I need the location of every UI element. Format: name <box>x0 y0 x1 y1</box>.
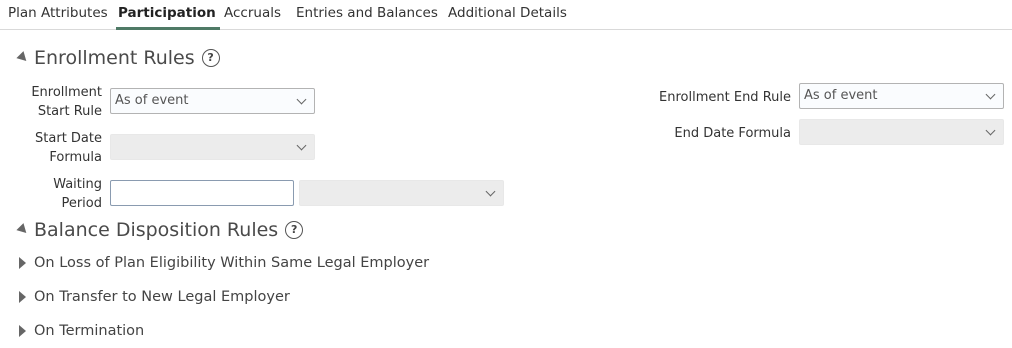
balance-disposition-rules-title: Balance Disposition Rules <box>34 219 279 241</box>
balance-disposition-rules-header[interactable]: Balance Disposition Rules ? <box>16 219 304 241</box>
subsection-title: On Transfer to New Legal Employer <box>34 289 290 305</box>
label-line: Formula <box>49 150 102 165</box>
end-date-formula-label: End Date Formula <box>674 126 791 141</box>
enrollment-rules-title: Enrollment Rules <box>34 47 195 69</box>
expand-triangle-icon[interactable] <box>19 291 26 303</box>
subsection-loss-of-eligibility[interactable]: On Loss of Plan Eligibility Within Same … <box>19 255 429 271</box>
enrollment-start-rule-select[interactable]: As of event <box>110 88 315 114</box>
enrollment-start-rule-label: Enrollment Start Rule <box>20 83 102 121</box>
subsection-title: On Termination <box>34 323 145 339</box>
tab-participation[interactable]: Participation <box>116 5 220 30</box>
tab-entries-and-balances[interactable]: Entries and Balances <box>296 5 438 29</box>
chevron-down-icon <box>296 94 307 105</box>
expand-triangle-icon[interactable] <box>19 325 26 337</box>
help-icon[interactable]: ? <box>285 221 304 239</box>
chevron-down-icon <box>985 125 996 136</box>
tab-bar: Plan Attributes Participation Accruals E… <box>0 0 1012 30</box>
enrollment-start-rule-value: As of event <box>115 93 189 108</box>
label-line: Period <box>61 196 102 211</box>
enrollment-end-rule-value: As of event <box>804 88 878 103</box>
subsection-transfer-legal-employer[interactable]: On Transfer to New Legal Employer <box>19 289 290 305</box>
expand-triangle-icon[interactable] <box>19 257 26 269</box>
help-icon[interactable]: ? <box>201 49 220 67</box>
start-date-formula-select[interactable] <box>110 134 315 160</box>
waiting-period-input[interactable] <box>110 180 294 206</box>
label-line: Waiting <box>53 177 102 192</box>
label-line: Enrollment <box>31 85 102 100</box>
enrollment-rules-header[interactable]: Enrollment Rules ? <box>16 47 220 69</box>
label-line: Start Date <box>35 131 102 146</box>
collapse-triangle-icon[interactable] <box>16 222 30 237</box>
chevron-down-icon <box>485 186 496 197</box>
waiting-period-label: Waiting Period <box>20 175 102 213</box>
chevron-down-icon <box>296 140 307 151</box>
tab-additional-details[interactable]: Additional Details <box>448 5 567 29</box>
chevron-down-icon <box>985 89 996 100</box>
start-date-formula-label: Start Date Formula <box>20 129 102 167</box>
tab-accruals[interactable]: Accruals <box>224 5 281 29</box>
subsection-termination[interactable]: On Termination <box>19 323 144 339</box>
end-date-formula-select[interactable] <box>799 119 1004 145</box>
collapse-triangle-icon[interactable] <box>16 50 30 65</box>
subsection-title: On Loss of Plan Eligibility Within Same … <box>34 255 430 271</box>
tab-plan-attributes[interactable]: Plan Attributes <box>8 5 108 29</box>
enrollment-end-rule-select[interactable]: As of event <box>799 83 1004 109</box>
label-line: Start Rule <box>37 104 102 119</box>
waiting-period-unit-select[interactable] <box>299 180 504 206</box>
enrollment-end-rule-label: Enrollment End Rule <box>659 90 791 105</box>
